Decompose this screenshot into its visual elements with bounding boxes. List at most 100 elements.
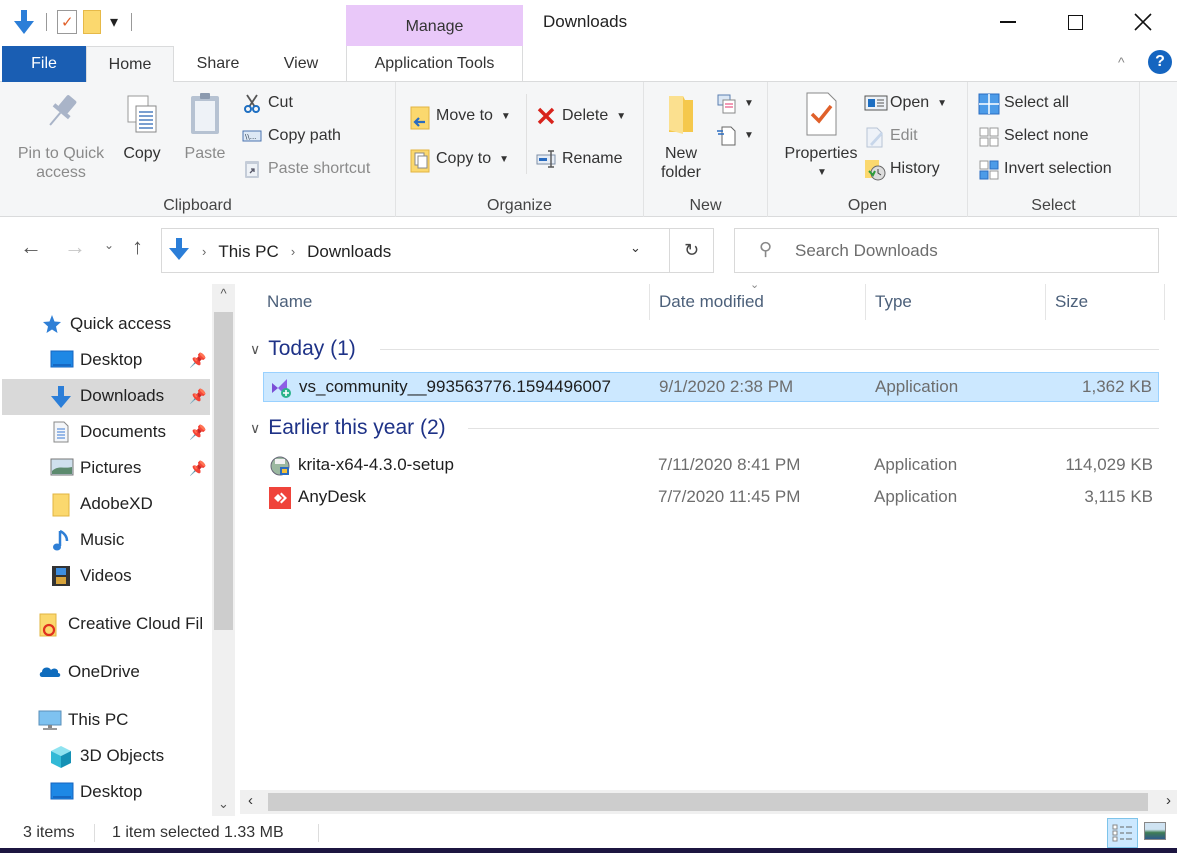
paste-shortcut-icon xyxy=(242,159,262,179)
paste-button[interactable]: Paste xyxy=(180,90,230,163)
details-view-button[interactable] xyxy=(1107,818,1138,848)
address-history-chevron-icon[interactable]: ⌄ xyxy=(630,240,641,256)
edit-button[interactable]: Edit xyxy=(864,123,918,149)
nav-item-desktop[interactable]: Desktop xyxy=(50,342,142,378)
nav-item-this-pc[interactable]: This PC xyxy=(38,702,128,738)
group-header-earlier-this-year[interactable]: ∨ Earlier this year (2) xyxy=(250,413,446,443)
file-list-horizontal-scrollbar[interactable]: ‹ › xyxy=(240,790,1177,814)
column-header-type[interactable]: Type xyxy=(875,284,912,320)
tab-application-tools[interactable]: Application Tools xyxy=(346,46,523,82)
invert-selection-button[interactable]: Invert selection xyxy=(978,156,1112,182)
column-separator[interactable] xyxy=(1164,284,1165,320)
copy-to-button[interactable]: Copy to ▼ xyxy=(410,146,509,173)
nav-label: Videos xyxy=(80,566,132,585)
nav-pane-scrollbar[interactable]: ^ ⌄ xyxy=(212,284,235,816)
scroll-down-chevron-icon[interactable]: ⌄ xyxy=(212,796,235,812)
breadcrumb-this-pc[interactable]: This PC xyxy=(218,242,278,262)
forward-arrow-icon[interactable]: → xyxy=(64,234,86,260)
pin-icon[interactable]: 📌 xyxy=(189,352,206,369)
delete-button[interactable]: Delete ▼ xyxy=(536,103,626,129)
select-none-button[interactable]: Select none xyxy=(978,123,1089,149)
rename-button[interactable]: Rename xyxy=(536,146,622,172)
address-bar[interactable]: › This PC › Downloads ⌄ xyxy=(161,228,670,273)
copy-path-button[interactable]: \\... Copy path xyxy=(242,123,341,149)
download-arrow-icon xyxy=(168,237,190,266)
back-arrow-icon[interactable]: ← xyxy=(20,234,42,260)
minimize-ribbon-chevron-icon[interactable]: ^ xyxy=(1118,54,1125,70)
select-group-label: Select xyxy=(1031,197,1076,214)
nav-item-adobexd[interactable]: AdobeXD xyxy=(50,486,153,522)
scroll-right-chevron-icon[interactable]: › xyxy=(1166,792,1171,809)
history-button[interactable]: History xyxy=(864,156,940,182)
tab-share[interactable]: Share xyxy=(180,46,256,82)
breadcrumb-downloads[interactable]: Downloads xyxy=(307,242,391,262)
paste-shortcut-label: Paste shortcut xyxy=(268,160,371,177)
column-separator[interactable] xyxy=(865,284,866,320)
film-icon xyxy=(50,565,72,587)
select-all-button[interactable]: Select all xyxy=(978,90,1069,116)
file-size: 1,362 KB xyxy=(1082,377,1152,396)
properties-button[interactable]: Properties ▼ xyxy=(776,90,866,182)
group-header-today[interactable]: ∨ Today (1) xyxy=(250,334,356,364)
help-icon[interactable]: ? xyxy=(1148,50,1172,74)
maximize-button[interactable] xyxy=(1052,0,1098,44)
nav-item-quick-access[interactable]: Quick access xyxy=(40,306,171,342)
nav-scrollbar-thumb[interactable] xyxy=(214,312,233,630)
column-header-name[interactable]: Name xyxy=(267,284,312,320)
up-arrow-icon[interactable]: ↑ xyxy=(132,234,143,260)
large-icons-view-button[interactable] xyxy=(1144,822,1166,840)
recent-locations-chevron-icon[interactable]: ⌄ xyxy=(104,238,114,252)
column-header-date-modified[interactable]: Date modified xyxy=(659,284,764,320)
tab-view[interactable]: View xyxy=(268,46,334,82)
minimize-button[interactable] xyxy=(985,0,1031,44)
file-row[interactable]: krita-x64-4.3.0-setup 7/11/2020 8:41 PM … xyxy=(263,451,1159,481)
new-item-button[interactable]: ▼ xyxy=(716,90,754,116)
column-header-size[interactable]: Size xyxy=(1055,284,1088,320)
refresh-button[interactable]: ↻ xyxy=(670,228,714,273)
nav-label: Documents xyxy=(80,422,166,441)
column-separator[interactable] xyxy=(649,284,650,320)
close-button[interactable] xyxy=(1120,0,1166,44)
nav-item-onedrive[interactable]: OneDrive xyxy=(38,654,140,690)
file-list: Name ⌄ Date modified Type Size ∨ Today (… xyxy=(240,279,1177,790)
pin-icon[interactable]: 📌 xyxy=(189,388,206,405)
breadcrumb-chevron-icon[interactable]: › xyxy=(202,244,206,259)
nav-item-music[interactable]: Music xyxy=(50,522,124,558)
tab-file[interactable]: File xyxy=(2,46,86,82)
scroll-up-chevron-icon[interactable]: ^ xyxy=(212,286,235,301)
file-row[interactable]: AnyDesk 7/7/2020 11:45 PM Application 3,… xyxy=(263,483,1159,513)
music-note-icon xyxy=(50,529,72,551)
pin-label-line2: access xyxy=(36,164,86,181)
nav-item-videos[interactable]: Videos xyxy=(50,558,132,594)
nav-item-3d-objects[interactable]: 3D Objects xyxy=(50,738,164,774)
new-folder-button[interactable]: New folder xyxy=(654,90,708,182)
nav-item-desktop-this-pc[interactable]: Desktop xyxy=(50,774,142,810)
chevron-down-icon: ▼ xyxy=(500,110,511,122)
nav-label: AdobeXD xyxy=(80,494,153,513)
nav-item-creative-cloud-files[interactable]: Creative Cloud Fil xyxy=(38,606,203,642)
download-arrow-icon xyxy=(12,9,36,35)
nav-item-pictures[interactable]: Pictures xyxy=(50,450,141,486)
column-separator[interactable] xyxy=(1045,284,1046,320)
properties-qat-button[interactable] xyxy=(57,10,77,34)
move-to-button[interactable]: Move to ▼ xyxy=(410,103,511,130)
nav-item-documents[interactable]: Documents xyxy=(50,414,166,450)
scroll-left-chevron-icon[interactable]: ‹ xyxy=(248,792,253,809)
open-button[interactable]: Open ▼ xyxy=(864,90,947,116)
file-row[interactable]: vs_community__993563776.1594496007 9/1/2… xyxy=(263,372,1159,402)
easy-access-button[interactable]: ▼ xyxy=(716,122,754,148)
horizontal-scrollbar-thumb[interactable] xyxy=(268,793,1148,811)
tab-home[interactable]: Home xyxy=(86,46,174,83)
pin-icon[interactable]: 📌 xyxy=(189,460,206,477)
copy-button[interactable]: Copy xyxy=(118,90,166,163)
copy-path-label: Copy path xyxy=(268,127,341,144)
nav-item-downloads[interactable]: Downloads xyxy=(50,378,164,414)
new-folder-qat-button[interactable] xyxy=(83,10,101,34)
paste-shortcut-button[interactable]: Paste shortcut xyxy=(242,156,370,182)
customize-qat-button[interactable]: ▾ xyxy=(107,12,121,32)
pin-icon[interactable]: 📌 xyxy=(189,424,206,441)
search-input[interactable]: ⚲ Search Downloads xyxy=(734,228,1159,273)
cut-button[interactable]: Cut xyxy=(242,90,293,116)
breadcrumb-chevron-icon[interactable]: › xyxy=(291,244,295,259)
pin-to-quick-access-button[interactable]: Pin to Quick access xyxy=(10,90,112,182)
